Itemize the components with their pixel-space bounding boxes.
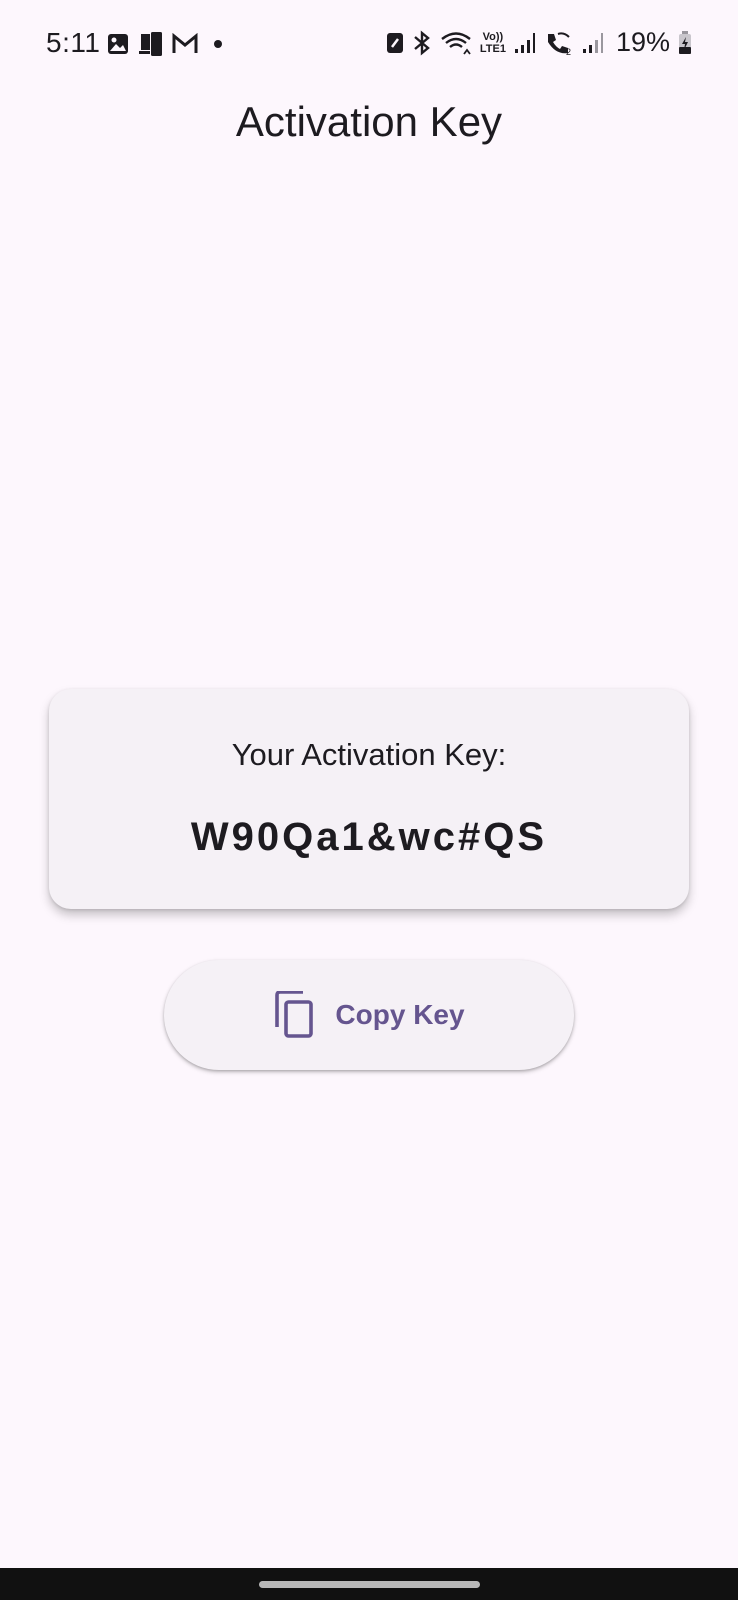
page-title: Activation Key (235, 98, 503, 145)
navigation-bar (0, 1568, 738, 1600)
signal-icon (582, 32, 603, 53)
status-left-icons (106, 31, 226, 57)
network-indicator: Vo)) LTE1 (480, 31, 506, 55)
copy-icon (275, 991, 314, 1038)
sim2-label: 2 (566, 47, 571, 56)
battery-icon (679, 30, 691, 54)
volte-label: Vo)) (482, 30, 504, 43)
activation-key-card: Your Activation Key: W90Qa1&wc#QS (49, 689, 689, 909)
nfc-icon (386, 32, 403, 53)
bluetooth-icon (414, 29, 430, 56)
battery-percentage: 19% (615, 27, 670, 57)
status-bar: 5:11 Vo)) LTE1 2 19% (0, 0, 738, 88)
activation-key-value: W90Qa1&wc#QS (190, 815, 548, 859)
activation-key-label: Your Activation Key: (231, 737, 507, 772)
dot-icon (214, 40, 222, 48)
screen: 5:11 Vo)) LTE1 2 19% Activation Key Your… (0, 0, 738, 1600)
status-right-icons: Vo)) LTE1 2 19% (386, 27, 692, 58)
status-time: 5:11 (46, 27, 101, 58)
copy-key-button[interactable]: Copy Key (164, 960, 574, 1070)
signal-icon (514, 32, 535, 53)
wifi-icon (441, 31, 471, 55)
home-gesture-handle[interactable] (259, 1581, 480, 1588)
gallery-icon (108, 34, 128, 54)
lte-label: LTE1 (479, 42, 506, 55)
wifi-calling-icon: 2 (547, 31, 571, 56)
device-icon (139, 32, 162, 56)
copy-key-label: Copy Key (335, 999, 465, 1030)
gmail-icon (172, 33, 198, 53)
